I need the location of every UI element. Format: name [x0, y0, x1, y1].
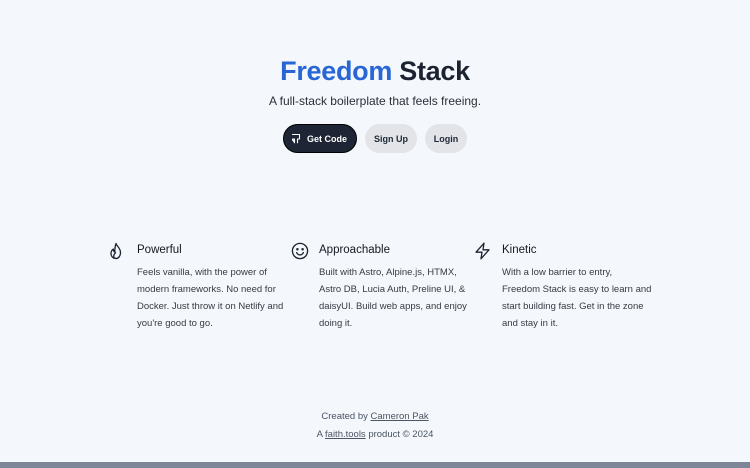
github-icon	[291, 133, 301, 144]
footer-product-suffix: product © 2024	[368, 429, 434, 440]
faith-tools-link[interactable]: faith.tools	[325, 429, 366, 440]
sign-up-button[interactable]: Sign Up	[365, 124, 417, 153]
feature-description: Built with Astro, Alpine.js, HTMX, Astro…	[319, 267, 467, 329]
feature-title: Kinetic	[502, 244, 537, 256]
hero-title-accent: Freedom	[280, 56, 393, 86]
get-code-button[interactable]: Get Code	[283, 124, 357, 153]
flame-icon	[109, 242, 127, 260]
footer-product: A faith.tools product © 2024	[0, 426, 750, 444]
feature-description: With a low barrier to entry, Freedom Sta…	[502, 267, 652, 329]
lightning-icon	[474, 242, 492, 260]
page: Freedom Stack A full-stack boilerplate t…	[0, 0, 750, 462]
hero-actions: Get Code Sign Up Login	[0, 124, 750, 153]
get-code-label: Get Code	[306, 133, 347, 144]
hero-title-rest: Stack	[399, 56, 470, 86]
feature-title: Approachable	[319, 244, 390, 256]
hero: Freedom Stack A full-stack boilerplate t…	[0, 54, 750, 153]
login-button[interactable]: Login	[425, 124, 467, 153]
footer-created-by: Created by	[321, 411, 368, 422]
smiley-icon	[291, 242, 309, 260]
footer-a-prefix: A	[316, 429, 323, 440]
footer-credit: Created by Cameron Pak	[0, 408, 750, 426]
feature-title: Powerful	[137, 244, 182, 256]
hero-subtitle: A full-stack boilerplate that feels free…	[268, 94, 482, 108]
feature-description: Feels vanilla, with the power of modern …	[137, 267, 284, 329]
footer: Created by Cameron Pak A faith.tools pro…	[0, 408, 750, 444]
window-bottom-edge	[0, 462, 750, 468]
author-link[interactable]: Cameron Pak	[371, 411, 429, 422]
hero-title: Freedom Stack	[0, 54, 750, 88]
